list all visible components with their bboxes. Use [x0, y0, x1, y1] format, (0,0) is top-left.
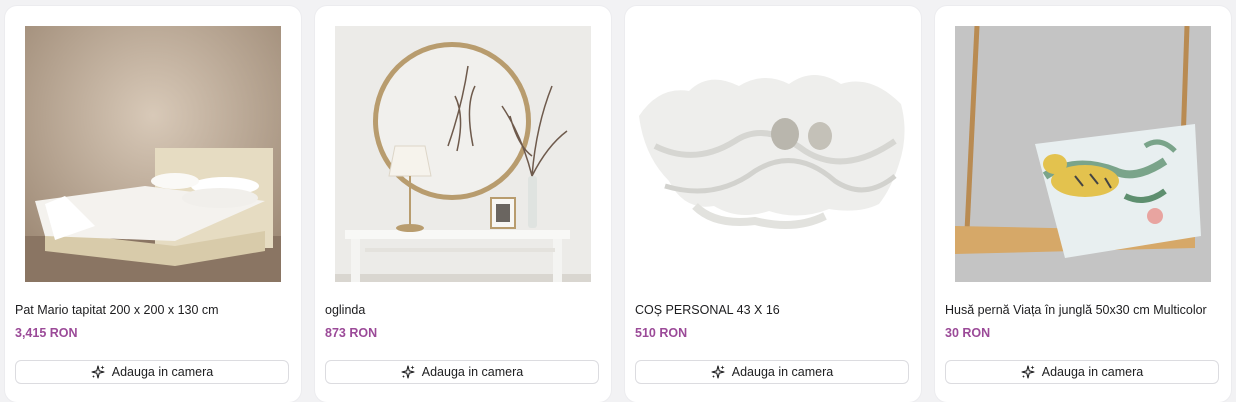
add-to-room-button[interactable]: Adauga in camera	[635, 360, 909, 384]
product-image-bed[interactable]	[25, 26, 281, 282]
add-to-room-label: Adauga in camera	[111, 365, 214, 379]
sparkles-icon	[1021, 365, 1035, 379]
product-price: 30 RON	[945, 326, 991, 340]
product-name[interactable]: COȘ PERSONAL 43 X 16	[635, 303, 913, 317]
product-image-mirror[interactable]	[335, 26, 591, 282]
product-name[interactable]: oglinda	[325, 303, 603, 317]
add-to-room-button[interactable]: Adauga in camera	[945, 360, 1219, 384]
product-image-swing-pillow[interactable]	[955, 26, 1211, 282]
add-to-room-label: Adauga in camera	[1041, 365, 1144, 379]
sparkles-icon	[401, 365, 415, 379]
add-to-room-label: Adauga in camera	[421, 365, 524, 379]
sparkles-icon	[711, 365, 725, 379]
add-to-room-button[interactable]: Adauga in camera	[325, 360, 599, 384]
product-card: Husă pernă Viața în junglă 50x30 cm Mult…	[935, 6, 1231, 402]
product-card: oglinda 873 RON Adauga in camera	[315, 6, 611, 402]
add-to-room-button[interactable]: Adauga in camera	[15, 360, 289, 384]
product-name[interactable]: Pat Mario tapitat 200 x 200 x 130 cm	[15, 303, 293, 317]
add-to-room-label: Adauga in camera	[731, 365, 834, 379]
product-price: 3,415 RON	[15, 326, 78, 340]
sparkles-icon	[91, 365, 105, 379]
product-price: 873 RON	[325, 326, 378, 340]
product-card: COȘ PERSONAL 43 X 16 510 RON Adauga in c…	[625, 6, 921, 402]
product-image-shell-bowl[interactable]	[635, 26, 911, 282]
product-name[interactable]: Husă pernă Viața în junglă 50x30 cm Mult…	[945, 303, 1223, 317]
product-card: Pat Mario tapitat 200 x 200 x 130 cm 3,4…	[5, 6, 301, 402]
product-price: 510 RON	[635, 326, 688, 340]
